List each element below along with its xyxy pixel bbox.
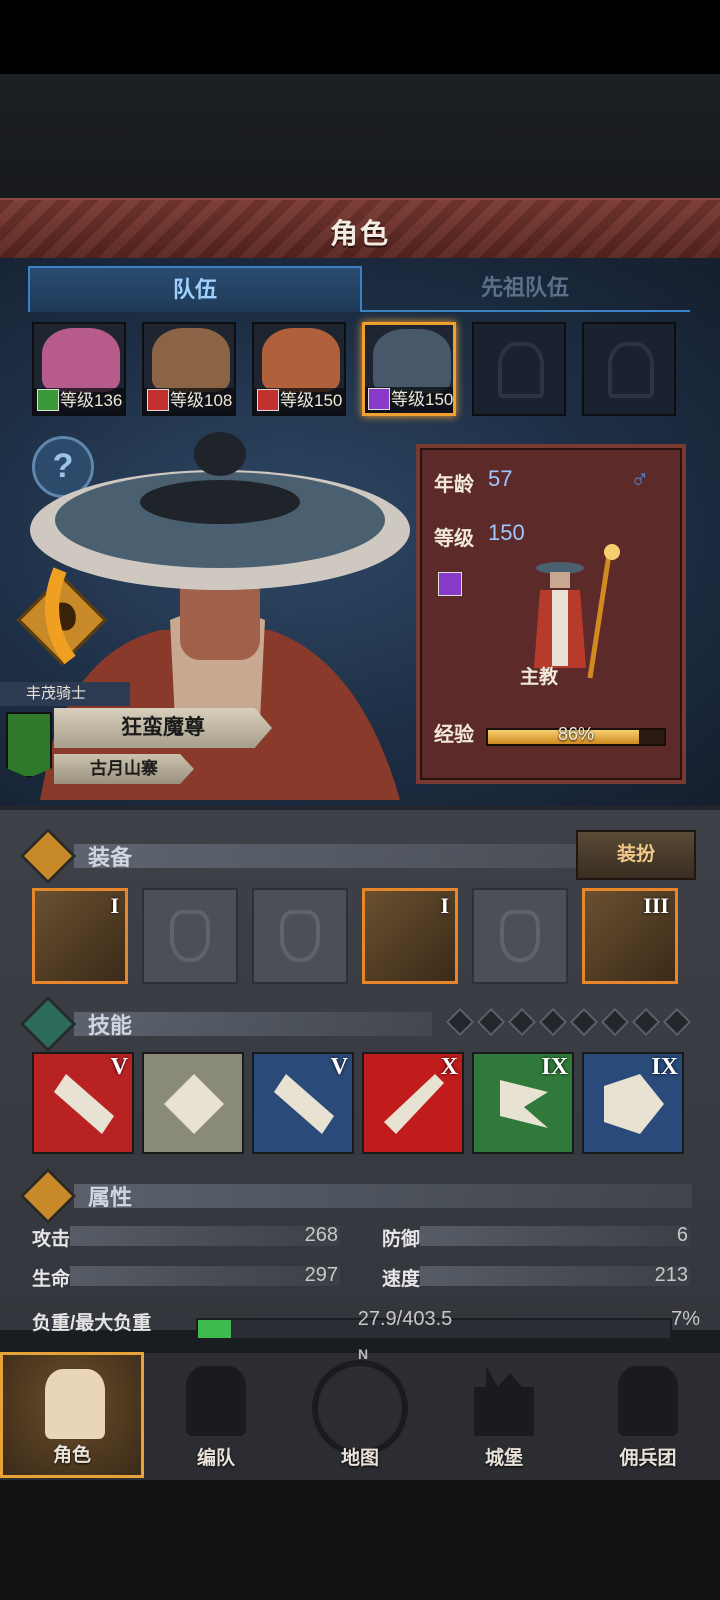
- boots-icon: [500, 910, 540, 962]
- skill-point-pip: [600, 1007, 630, 1037]
- helmet-icon: [498, 342, 544, 398]
- equip-slot-armor[interactable]: I: [362, 888, 458, 984]
- character-name: 狂蛮魔尊: [54, 708, 272, 748]
- skill-points: [445, 1007, 696, 1037]
- castle-icon: [474, 1366, 534, 1436]
- skill-2[interactable]: [142, 1052, 244, 1154]
- age-label: 年龄: [434, 474, 474, 496]
- skill-3[interactable]: V: [252, 1052, 354, 1154]
- skill-5[interactable]: IX: [472, 1052, 574, 1154]
- system-nav-area: [0, 1480, 720, 1600]
- exp-bar: 86%: [486, 724, 666, 746]
- hp-value: 297: [304, 1264, 338, 1286]
- attributes-header: 属性: [19, 1167, 692, 1225]
- party-member-2[interactable]: 等级108: [142, 322, 236, 416]
- skill-1[interactable]: V: [32, 1052, 134, 1154]
- equip-slot-weapon[interactable]: I: [32, 888, 128, 984]
- star-icon: [19, 995, 77, 1053]
- party-member-1[interactable]: 等级136: [32, 322, 126, 416]
- portrait-image: [373, 329, 451, 393]
- helmet-icon: [280, 910, 320, 962]
- defense-value: 6: [676, 1224, 688, 1246]
- dagger-icon: [19, 827, 77, 885]
- party-slot-empty[interactable]: [582, 322, 676, 416]
- hp-label: 生命: [32, 1269, 71, 1290]
- portrait-image: [42, 328, 120, 392]
- guild-name: 丰茂骑士: [0, 682, 130, 706]
- banner-icon: [6, 712, 52, 778]
- skill-point-pip: [631, 1007, 661, 1037]
- equip-slot-boots[interactable]: [472, 888, 568, 984]
- skill-4[interactable]: X: [362, 1052, 464, 1154]
- speed-label: 速度: [382, 1269, 421, 1290]
- skill-6[interactable]: IX: [582, 1052, 684, 1154]
- skill-point-pip: [445, 1007, 475, 1037]
- speed-value: 213: [654, 1264, 688, 1286]
- skill-point-pip: [538, 1007, 568, 1037]
- class-icon: [37, 389, 59, 411]
- person-icon: [19, 1167, 77, 1225]
- nav-character[interactable]: 角色: [0, 1352, 144, 1478]
- class-icon: [257, 389, 279, 411]
- nav-map[interactable]: N 地图: [288, 1346, 432, 1478]
- title-bar: 角色: [0, 198, 720, 261]
- staff-class-icon: [438, 572, 462, 596]
- portrait-image: [262, 328, 340, 392]
- load-value: 27.9/403.5: [357, 1308, 453, 1330]
- party-member-4[interactable]: 等级150: [362, 322, 456, 416]
- portrait-image: [152, 328, 230, 392]
- tab-team[interactable]: 队伍: [28, 266, 362, 312]
- nav-mercenary[interactable]: 佣兵团: [576, 1352, 720, 1478]
- shield-icon: [170, 910, 210, 962]
- status-bar: [0, 0, 720, 74]
- attack-label: 攻击: [32, 1229, 71, 1250]
- dress-up-button[interactable]: 装扮: [576, 830, 696, 880]
- skills-title: 技能: [88, 1013, 133, 1038]
- nav-formation[interactable]: 编队: [144, 1352, 288, 1478]
- knight-icon: [45, 1369, 105, 1439]
- party-slot-empty[interactable]: [472, 322, 566, 416]
- age-value: 57: [488, 466, 513, 491]
- level-label: 等级: [434, 528, 474, 550]
- mercenary-icon: [618, 1366, 678, 1436]
- compass-icon: N: [312, 1346, 408, 1456]
- male-icon: ♂: [630, 464, 650, 494]
- load-bar-fill: [198, 1320, 232, 1338]
- character-stats-card: 年龄 57 ♂ 等级 150 主教 经验 86%: [416, 444, 686, 784]
- load-label: 负重/最大负重: [32, 1313, 152, 1334]
- skill-point-pip: [507, 1007, 537, 1037]
- exp-label: 经验: [434, 724, 474, 746]
- class-icon: [368, 388, 390, 410]
- class-icon: [147, 389, 169, 411]
- defense-label: 防御: [382, 1229, 421, 1250]
- party-member-3[interactable]: 等级150: [252, 322, 346, 416]
- skill-point-pip: [476, 1007, 506, 1037]
- formation-icon: [186, 1366, 246, 1436]
- skill-point-pip: [569, 1007, 599, 1037]
- load-percent: 7%: [671, 1308, 700, 1330]
- page-title: 角色: [329, 218, 390, 249]
- nav-castle[interactable]: 城堡: [432, 1352, 576, 1478]
- attack-value: 268: [304, 1224, 338, 1246]
- exp-percent: 86%: [557, 724, 595, 744]
- attributes-title: 属性: [88, 1185, 133, 1210]
- class-name: 主教: [520, 667, 559, 688]
- equipment-title: 装备: [88, 845, 133, 870]
- equip-slot-helmet[interactable]: [252, 888, 348, 984]
- helmet-icon: [608, 342, 654, 398]
- skill-point-pip: [662, 1007, 692, 1037]
- tab-ancestor-team[interactable]: 先祖队伍: [360, 266, 690, 312]
- equip-slot-accessory[interactable]: III: [582, 888, 678, 984]
- equip-slot-shield[interactable]: [142, 888, 238, 984]
- character-origin: 古月山寨: [54, 754, 194, 784]
